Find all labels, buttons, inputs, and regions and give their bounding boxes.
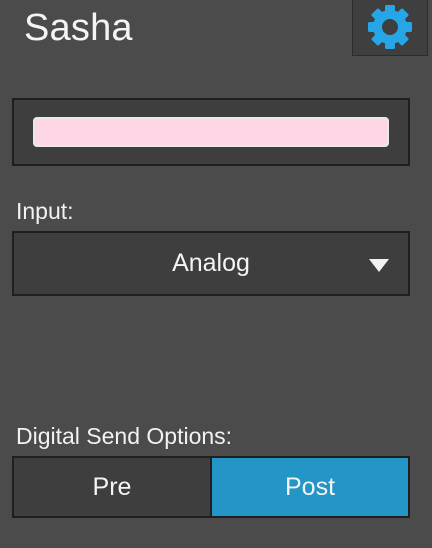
- digital-send-toggle: Pre Post: [12, 456, 410, 518]
- color-panel: [12, 98, 410, 166]
- pre-button[interactable]: Pre: [14, 458, 212, 516]
- input-select-value: Analog: [172, 249, 250, 277]
- channel-title: Sasha: [24, 7, 133, 49]
- input-label: Input:: [16, 198, 74, 224]
- triangle-down-icon: [369, 259, 389, 272]
- settings-button[interactable]: [352, 0, 428, 56]
- digital-send-options-label: Digital Send Options:: [16, 423, 233, 449]
- gear-icon: [365, 2, 415, 52]
- input-select[interactable]: Analog: [12, 231, 410, 296]
- channel-color-swatch[interactable]: [33, 117, 389, 147]
- post-button[interactable]: Post: [212, 458, 408, 516]
